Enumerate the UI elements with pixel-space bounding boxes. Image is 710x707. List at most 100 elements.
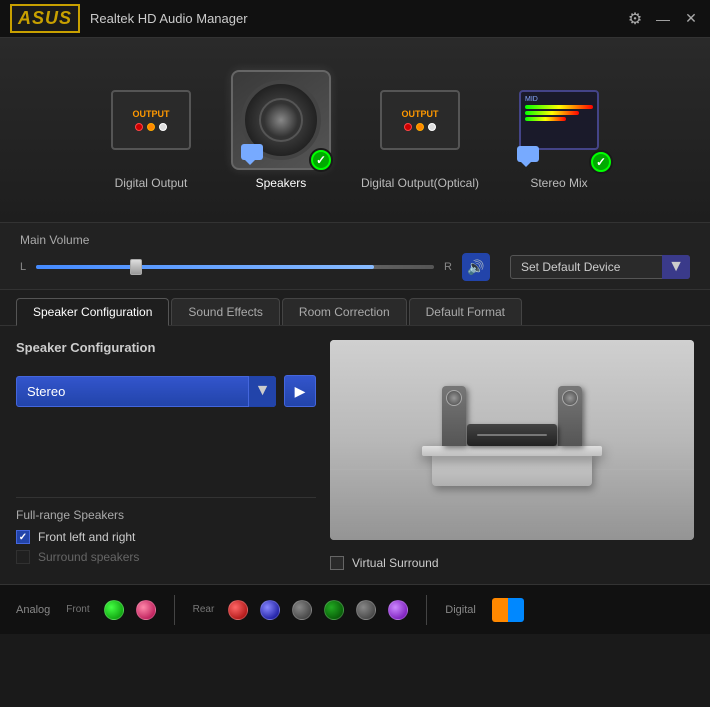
left-panel: Speaker Configuration Stereo Quadraphoni… <box>16 340 316 570</box>
divider-1 <box>174 595 175 625</box>
config-select-wrap: Stereo Quadraphonic 5.1 Surround 7.1 Sur… <box>16 376 276 407</box>
shelf-top <box>422 446 602 456</box>
front-lr-checkbox[interactable] <box>16 530 30 544</box>
left-speaker <box>442 386 466 446</box>
device-label-speakers: Speakers <box>256 176 307 190</box>
device-digital-output[interactable]: OUTPUT Digital Output <box>101 70 201 190</box>
vol-thumb[interactable] <box>130 259 142 275</box>
di-dot-1 <box>135 123 143 131</box>
active-badge: ✓ <box>309 148 333 172</box>
digital-icon-right <box>508 598 524 622</box>
device-digital-output-optical[interactable]: OUTPUT Digital Output(Optical) <box>361 70 479 190</box>
di-output-label: OUTPUT <box>132 109 169 119</box>
rear-darkgreen-dot[interactable] <box>324 600 344 620</box>
right-speaker-cone <box>562 390 578 406</box>
analog-label: Analog <box>16 604 50 616</box>
default-device-select[interactable]: Set Default Device <box>510 255 690 279</box>
title-bar: ASUS Realtek HD Audio Manager ⚙ — ✕ <box>0 0 710 38</box>
chat-bubble-icon <box>241 144 263 160</box>
device-speakers[interactable]: ✓ Speakers <box>231 70 331 190</box>
digital-icon-left <box>492 598 508 622</box>
volume-slider[interactable] <box>36 259 434 275</box>
tabs-bar: Speaker Configuration Sound Effects Room… <box>0 290 710 326</box>
volume-section: Main Volume L R 🔊 Set Default Device ▼ <box>0 223 710 290</box>
virtual-surround-checkbox[interactable] <box>330 556 344 570</box>
settings-button[interactable]: ⚙ <box>626 10 644 28</box>
front-pink-dot[interactable] <box>136 600 156 620</box>
di-dot-3 <box>159 123 167 131</box>
full-range-section: Full-range Speakers Front left and right… <box>16 497 316 570</box>
right-speaker <box>558 386 582 446</box>
surround-row: Surround speakers <box>16 550 316 564</box>
config-dropdown-row: Stereo Quadraphonic 5.1 Surround 7.1 Sur… <box>16 375 316 407</box>
di-dots-row <box>135 123 167 131</box>
digital-output-icon: OUTPUT <box>111 90 191 150</box>
digital-output-optical-icon: OUTPUT <box>380 90 460 150</box>
app-title: Realtek HD Audio Manager <box>90 11 626 26</box>
speaker-icon-vol: 🔊 <box>467 259 484 276</box>
front-green-dot[interactable] <box>104 600 124 620</box>
close-button[interactable]: ✕ <box>682 10 700 28</box>
speaker-display <box>330 340 694 540</box>
device-strip: OUTPUT Digital Output ✓ Speakers OUTPUT <box>0 38 710 223</box>
sm-bar-3 <box>525 117 566 121</box>
mute-button[interactable]: 🔊 <box>462 253 490 281</box>
asus-logo: ASUS <box>10 4 80 33</box>
sm-status-badge: ✓ <box>589 150 613 174</box>
virtual-surround-label: Virtual Surround <box>352 556 439 570</box>
volume-title: Main Volume <box>20 233 690 247</box>
rear-gray-dot[interactable] <box>292 600 312 620</box>
device-label-optical: Digital Output(Optical) <box>361 176 479 190</box>
sm-chat-bubble <box>517 146 539 162</box>
center-unit-line <box>477 434 547 436</box>
tab-default-format[interactable]: Default Format <box>409 298 522 325</box>
rear-gray2-dot[interactable] <box>356 600 376 620</box>
front-lr-row: Front left and right <box>16 530 316 544</box>
sm-check-icon: ✓ <box>591 152 611 172</box>
di-optical-label: OUTPUT <box>401 109 438 119</box>
surround-checkbox[interactable] <box>16 550 30 564</box>
di-optical-dots <box>404 123 436 131</box>
rear-red-dot[interactable] <box>228 600 248 620</box>
device-stereo-mix[interactable]: MID ✓ Stereo Mix <box>509 70 609 190</box>
digital-label: Digital <box>445 604 476 616</box>
play-button[interactable]: ▶ <box>284 375 316 407</box>
device-label-stereo-mix: Stereo Mix <box>530 176 587 190</box>
default-device-container: Set Default Device ▼ <box>510 255 690 279</box>
digital-icon[interactable] <box>492 598 524 622</box>
vol-fill <box>36 265 374 269</box>
tab-speaker-configuration[interactable]: Speaker Configuration <box>16 298 169 326</box>
stereo-mix-icon: MID <box>519 90 599 150</box>
di-opt-dot-1 <box>404 123 412 131</box>
device-icon-wrap-optical: OUTPUT <box>370 70 470 170</box>
vol-right-label: R <box>444 261 452 273</box>
minimize-button[interactable]: — <box>654 10 672 28</box>
sm-label: MID <box>525 96 538 103</box>
shelf-body <box>432 456 592 486</box>
rear-purple-dot[interactable] <box>388 600 408 620</box>
center-unit <box>467 424 557 446</box>
speaker-config-select[interactable]: Stereo Quadraphonic 5.1 Surround 7.1 Sur… <box>16 376 276 407</box>
default-device-select-wrap: Set Default Device ▼ <box>510 255 690 279</box>
tab-room-correction[interactable]: Room Correction <box>282 298 407 325</box>
floor-line-4 <box>330 523 694 524</box>
full-range-title: Full-range Speakers <box>16 508 316 522</box>
speaker-config-title: Speaker Configuration <box>16 340 316 355</box>
main-content: Speaker Configuration Stereo Quadraphoni… <box>0 326 710 584</box>
device-icon-wrap-digital-output: OUTPUT <box>101 70 201 170</box>
tab-sound-effects[interactable]: Sound Effects <box>171 298 280 325</box>
bottom-bar: Analog Front Rear Digital <box>0 584 710 634</box>
window-controls: ⚙ — ✕ <box>626 10 700 28</box>
virtual-surround-row: Virtual Surround <box>330 556 694 570</box>
sm-bar-2 <box>525 111 579 115</box>
divider-2 <box>426 595 427 625</box>
rear-blue-dot[interactable] <box>260 600 280 620</box>
rear-label: Rear <box>193 604 215 615</box>
sm-bar-1 <box>525 105 593 109</box>
front-lr-label: Front left and right <box>38 530 135 544</box>
vol-track <box>36 265 434 269</box>
di-opt-dot-2 <box>416 123 424 131</box>
surround-label: Surround speakers <box>38 550 139 564</box>
device-icon-wrap-speakers: ✓ <box>231 70 331 170</box>
right-panel: Virtual Surround <box>330 340 694 570</box>
